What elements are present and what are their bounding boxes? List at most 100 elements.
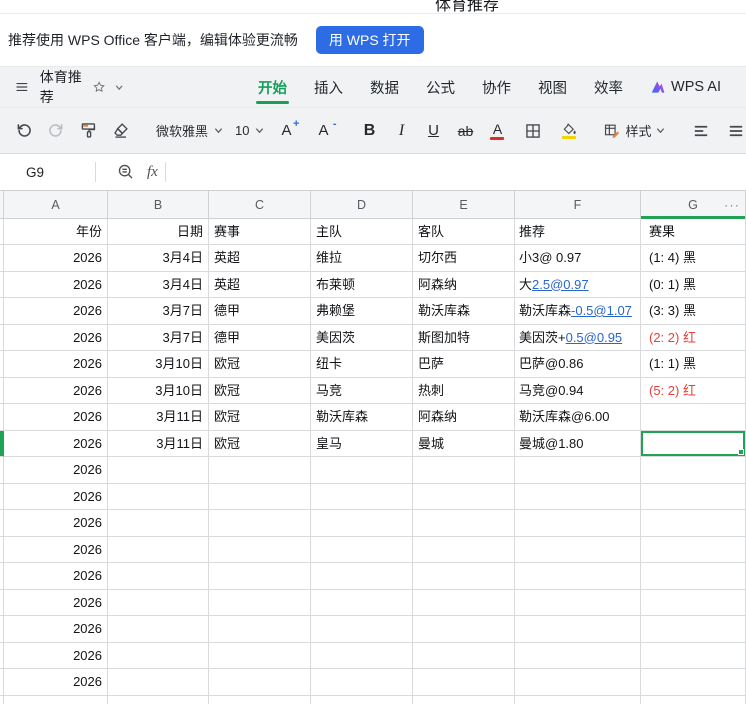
cell[interactable]: 2026 [4,536,108,563]
cell[interactable] [413,510,515,537]
cell[interactable]: 曼城@1.80 [515,430,641,457]
clear-format-eraser-button[interactable] [107,117,133,145]
cell[interactable] [515,536,641,563]
cell[interactable]: (2: 2) 红 [641,324,746,351]
tab-data[interactable]: 数据 [368,67,401,107]
cell[interactable] [311,669,413,696]
cell[interactable]: 2026 [4,669,108,696]
formula-input[interactable] [185,154,746,190]
cell[interactable]: 欧冠 [209,377,311,404]
cell[interactable]: 阿森纳 [413,404,515,431]
hyperlink[interactable]: 2.5@0.97 [532,277,589,292]
cell[interactable] [641,510,746,537]
align-left-button[interactable] [688,117,714,145]
cell[interactable] [311,536,413,563]
cell[interactable] [641,563,746,590]
more-columns-icon[interactable]: ··· [724,197,740,212]
cell[interactable]: 赛事 [209,219,311,245]
cell[interactable]: 大2.5@0.97 [515,271,641,298]
cell[interactable] [641,669,746,696]
tab-collaborate[interactable]: 协作 [480,67,513,107]
cell[interactable] [108,563,209,590]
cell[interactable] [515,642,641,669]
name-box[interactable]: G9 [0,165,88,180]
title-chevron-down-icon[interactable] [115,82,123,93]
bold-button[interactable]: B [356,117,382,145]
cell[interactable]: 美因茨+0.5@0.95 [515,324,641,351]
cell[interactable]: 主队 [311,219,413,245]
cell[interactable]: 客队 [413,219,515,245]
cell[interactable] [311,483,413,510]
cell[interactable] [209,616,311,643]
cell[interactable]: (3: 3) 黑 [641,298,746,325]
hyperlink[interactable]: -0.5@1.07 [571,303,632,318]
cell[interactable] [311,510,413,537]
cell[interactable] [413,695,515,704]
italic-button[interactable]: I [388,117,414,145]
cell[interactable] [413,563,515,590]
column-header-F[interactable]: F [515,191,641,218]
cell[interactable]: 2026 [4,510,108,537]
cell[interactable]: 欧冠 [209,351,311,378]
cell[interactable] [108,642,209,669]
cell[interactable] [108,616,209,643]
cell[interactable] [413,642,515,669]
cell[interactable]: 日期 [108,219,209,245]
cell[interactable]: 切尔西 [413,245,515,272]
cell[interactable]: 维拉 [311,245,413,272]
cell[interactable] [641,483,746,510]
cell[interactable]: (0: 1) 黑 [641,271,746,298]
cell[interactable] [209,536,311,563]
decrease-font-size-button[interactable]: A- [310,117,336,145]
tab-start[interactable]: 开始 [256,67,290,107]
cell[interactable] [413,457,515,484]
cell[interactable]: 勒沃库森-0.5@1.07 [515,298,641,325]
column-header-A[interactable]: A [4,191,108,218]
cell[interactable] [515,483,641,510]
format-painter-button[interactable] [75,117,101,145]
cell[interactable] [209,695,311,704]
cell[interactable]: 勒沃库森@6.00 [515,404,641,431]
cell[interactable] [108,510,209,537]
cell[interactable] [108,589,209,616]
cell[interactable] [641,589,746,616]
tab-efficiency[interactable]: 效率 [592,67,625,107]
tab-view[interactable]: 视图 [536,67,569,107]
increase-font-size-button[interactable]: A + [273,117,299,145]
cell[interactable]: 3月11日 [108,404,209,431]
cell[interactable]: 美因茨 [311,324,413,351]
cell[interactable] [311,695,413,704]
cell[interactable] [108,536,209,563]
cell[interactable]: 2026 [4,351,108,378]
hamburger-menu-icon[interactable] [15,78,29,96]
cell[interactable]: 3月7日 [108,324,209,351]
cell[interactable] [311,616,413,643]
cell[interactable]: 纽卡 [311,351,413,378]
cell[interactable]: 3月4日 [108,245,209,272]
cell[interactable] [209,457,311,484]
font-size-dropdown[interactable]: 10 [229,117,270,145]
cell[interactable]: 斯图加特 [413,324,515,351]
cell-style-dropdown[interactable]: 样式 [597,117,670,145]
hyperlink[interactable]: 0.5@0.95 [566,330,623,345]
cell[interactable] [108,695,209,704]
cell[interactable]: 巴萨@0.86 [515,351,641,378]
cell[interactable] [515,669,641,696]
cell[interactable]: 3月11日 [108,430,209,457]
align-center-button[interactable] [723,117,746,145]
tab-insert[interactable]: 插入 [312,67,345,107]
cell[interactable] [311,642,413,669]
cell[interactable] [515,563,641,590]
cell[interactable] [413,669,515,696]
strikethrough-button[interactable]: ab [452,117,478,145]
cell[interactable]: 2026 [4,642,108,669]
insert-function-icon[interactable]: fx [147,164,158,181]
cell[interactable] [311,457,413,484]
cell[interactable]: 布莱顿 [311,271,413,298]
cell[interactable]: 英超 [209,245,311,272]
tab-wps-ai[interactable]: WPS AI [648,67,723,107]
cell[interactable]: 2026 [4,245,108,272]
cell[interactable]: 欧冠 [209,404,311,431]
cell[interactable] [108,483,209,510]
cell[interactable] [209,642,311,669]
